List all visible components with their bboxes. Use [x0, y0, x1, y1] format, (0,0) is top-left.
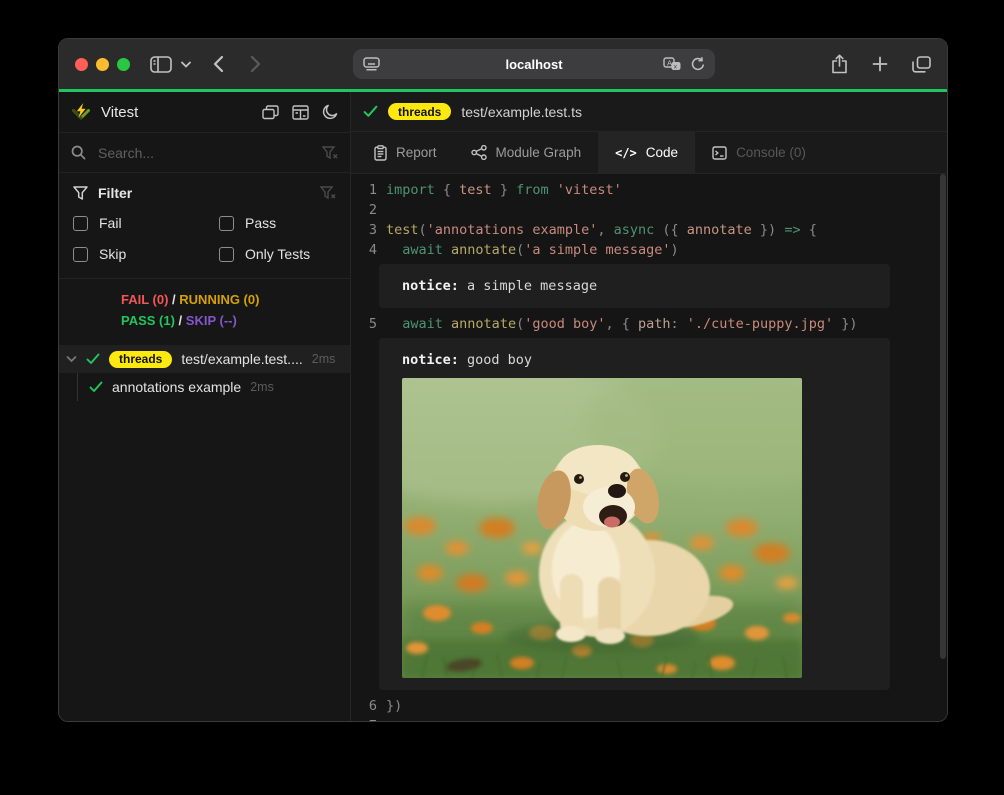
test-file-row[interactable]: threads test/example.test.... 2ms [59, 345, 350, 373]
filter-checkbox-pass[interactable]: Pass [219, 215, 336, 231]
clear-search-filter-icon[interactable] [322, 146, 338, 160]
module-graph-icon [471, 145, 487, 160]
chevron-down-icon[interactable] [181, 61, 191, 68]
code-line: 3test('annotations example', async ({ an… [351, 220, 947, 240]
pass-count: PASS (1) [121, 313, 175, 328]
sidebar: Vitest [59, 92, 351, 722]
panels-icon[interactable] [262, 105, 279, 120]
translate-icon[interactable]: A x [663, 57, 681, 71]
test-duration: 2ms [250, 380, 274, 394]
main-panel: threads test/example.test.ts Report [351, 92, 947, 722]
search-icon [71, 145, 86, 160]
url-text: localhost [353, 57, 715, 72]
browser-toolbar: localhost A x [59, 39, 947, 89]
test-case-name: annotations example [112, 379, 241, 395]
file-header: threads test/example.test.ts [351, 92, 947, 132]
notice-message: a simple message [459, 278, 597, 294]
chevron-down-icon[interactable] [66, 355, 77, 363]
minimize-window-button[interactable] [96, 58, 109, 71]
dashboard-icon[interactable] [292, 105, 309, 120]
test-summary: FAIL (0) / RUNNING (0) PASS (1) / SKIP (… [59, 279, 350, 341]
share-icon[interactable] [831, 54, 848, 74]
cute-puppy-image [402, 378, 802, 678]
code-line: 4 await annotate('a simple message') [351, 240, 947, 260]
checkbox-icon [73, 216, 88, 231]
code-icon: </> [615, 146, 637, 160]
line-number: 4 [351, 240, 386, 260]
annotation-notice: notice: a simple message [379, 264, 890, 308]
funnel-icon [73, 186, 88, 200]
filter-checkbox-fail[interactable]: Fail [73, 215, 219, 231]
test-duration: 2ms [312, 352, 336, 366]
tab-overview-icon[interactable] [912, 56, 931, 73]
tab-module-graph[interactable]: Module Graph [454, 132, 599, 173]
line-number: 2 [351, 200, 386, 220]
notice-message: good boy [459, 352, 532, 368]
notice-label: notice: [402, 352, 459, 368]
back-icon[interactable] [213, 55, 224, 73]
pool-badge: threads [109, 351, 172, 368]
reload-icon[interactable] [691, 57, 705, 72]
forward-icon[interactable] [250, 55, 261, 73]
tab-console[interactable]: Console (0) [695, 132, 823, 173]
filter-checkbox-only-tests[interactable]: Only Tests [219, 246, 336, 262]
traffic-lights [75, 58, 130, 71]
new-tab-icon[interactable] [872, 56, 888, 72]
line-number: 5 [351, 314, 386, 334]
running-count: RUNNING (0) [179, 292, 259, 307]
line-number: 6 [351, 696, 386, 716]
code-line: 2 [351, 200, 947, 220]
address-bar[interactable]: localhost A x [353, 49, 715, 79]
close-window-button[interactable] [75, 58, 88, 71]
code-line: 6}) [351, 696, 947, 716]
search-input[interactable] [96, 144, 312, 162]
pass-check-icon [89, 381, 103, 393]
line-number: 7 [351, 716, 386, 722]
tab-report[interactable]: Report [357, 132, 454, 173]
line-number: 1 [351, 180, 386, 200]
view-tabs: Report Module Graph </> Code [351, 132, 947, 174]
filter-section: Filter Fail Pass Skip Only Tests [59, 173, 350, 279]
tab-code[interactable]: </> Code [598, 132, 695, 173]
browser-window: localhost A x [58, 38, 948, 722]
clear-filter-icon[interactable] [320, 186, 336, 200]
code-line: 1import { test } from 'vitest' [351, 180, 947, 200]
vitest-logo-icon [71, 102, 91, 122]
console-icon [712, 146, 727, 160]
code-line: 7 [351, 716, 947, 722]
test-file-name: test/example.test.... [181, 351, 302, 367]
zoom-window-button[interactable] [117, 58, 130, 71]
notice-label: notice: [402, 278, 459, 294]
editor-scrollbar[interactable] [940, 174, 946, 659]
filter-checkbox-skip[interactable]: Skip [73, 246, 219, 262]
app-title: Vitest [101, 104, 138, 121]
code-line: 5 await annotate('good boy', { path: './… [351, 314, 947, 334]
editor-content: 1import { test } from 'vitest'23test('an… [351, 180, 947, 722]
pass-check-icon [86, 353, 100, 365]
checkbox-icon [219, 247, 234, 262]
annotation-notice: notice: good boy [379, 338, 890, 690]
pool-badge: threads [388, 103, 451, 120]
open-file-name: test/example.test.ts [461, 104, 582, 120]
svg-text:A: A [667, 58, 672, 67]
checkbox-icon [219, 216, 234, 231]
checkbox-icon [73, 247, 88, 262]
tree-guide-line [77, 373, 78, 401]
test-tree: threads test/example.test.... 2ms annota… [59, 345, 350, 401]
moon-icon[interactable] [322, 104, 338, 120]
report-icon [374, 145, 387, 161]
code-editor[interactable]: 1import { test } from 'vitest'23test('an… [351, 174, 947, 722]
fail-count: FAIL (0) [121, 292, 168, 307]
pass-check-icon [363, 105, 378, 118]
skip-count: SKIP (--) [186, 313, 237, 328]
filter-title: Filter [98, 185, 132, 201]
sidebar-toggle-icon[interactable] [150, 56, 172, 73]
line-number: 3 [351, 220, 386, 240]
test-case-row[interactable]: annotations example 2ms [59, 373, 350, 401]
